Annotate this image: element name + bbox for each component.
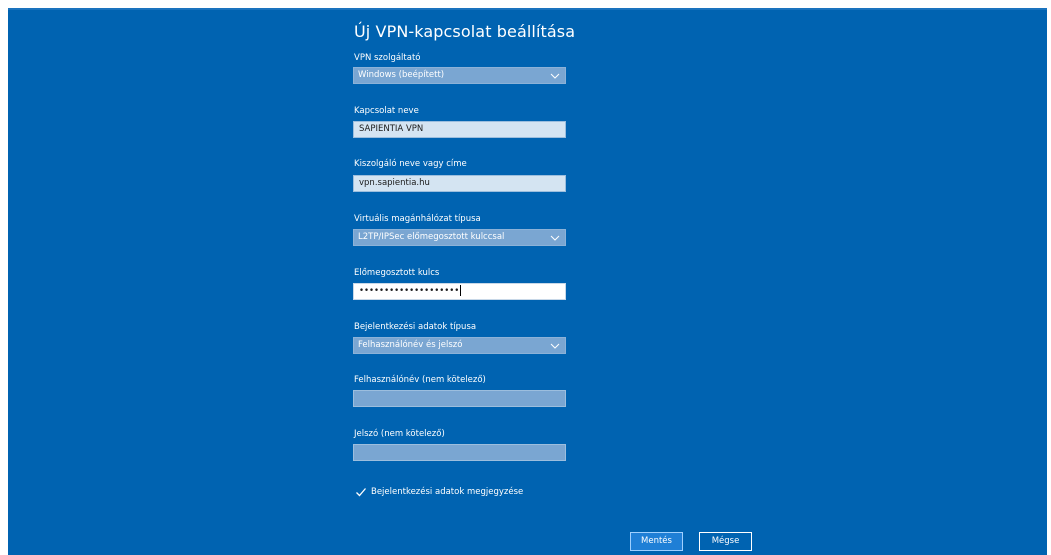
signin-type-label: Bejelentkezési adatok típusa [354,322,477,332]
password-label: Jelszó (nem kötelező) [354,429,445,439]
preshared-key-label: Előmegosztott kulcs [354,268,440,278]
vpn-type-value: L2TP/IPSec előmegosztott kulccsal [358,232,505,242]
top-border [8,8,1047,10]
connection-name-label: Kapcsolat neve [354,106,419,116]
password-input[interactable] [353,444,566,461]
signin-type-select[interactable]: Felhasználónév és jelszó [353,337,566,354]
dialog-title: Új VPN-kapcsolat beállítása [354,22,576,41]
server-label: Kiszolgáló neve vagy címe [354,159,467,169]
provider-label: VPN szolgáltató [354,53,421,63]
connection-name-input[interactable]: SAPIENTIA VPN [353,121,566,138]
preshared-key-input[interactable]: •••••••••••••••••••• [353,283,566,300]
server-value: vpn.sapientia.hu [359,178,430,188]
preshared-key-value: •••••••••••••••••••• [359,286,460,296]
vpn-settings-dialog: Új VPN-kapcsolat beállítása VPN szolgált… [8,8,1047,555]
chevron-down-icon [550,73,560,79]
vpn-type-label: Virtuális magánhálózat típusa [354,214,481,224]
server-input[interactable]: vpn.sapientia.hu [353,175,566,192]
text-caret [460,285,462,296]
signin-type-value: Felhasználónév és jelszó [358,340,463,350]
connection-name-value: SAPIENTIA VPN [359,124,424,134]
provider-value: Windows (beépített) [358,70,445,80]
cancel-button[interactable]: Mégse [699,532,752,551]
username-label: Felhasználónév (nem kötelező) [354,375,486,385]
vpn-type-select[interactable]: L2TP/IPSec előmegosztott kulccsal [353,229,566,246]
username-input[interactable] [353,390,566,407]
remember-label: Bejelentkezési adatok megjegyzése [371,487,524,497]
chevron-down-icon [550,343,560,349]
provider-select[interactable]: Windows (beépített) [353,67,566,84]
chevron-down-icon [550,235,560,241]
checkmark-icon[interactable] [355,486,367,498]
save-button[interactable]: Mentés [630,532,683,551]
